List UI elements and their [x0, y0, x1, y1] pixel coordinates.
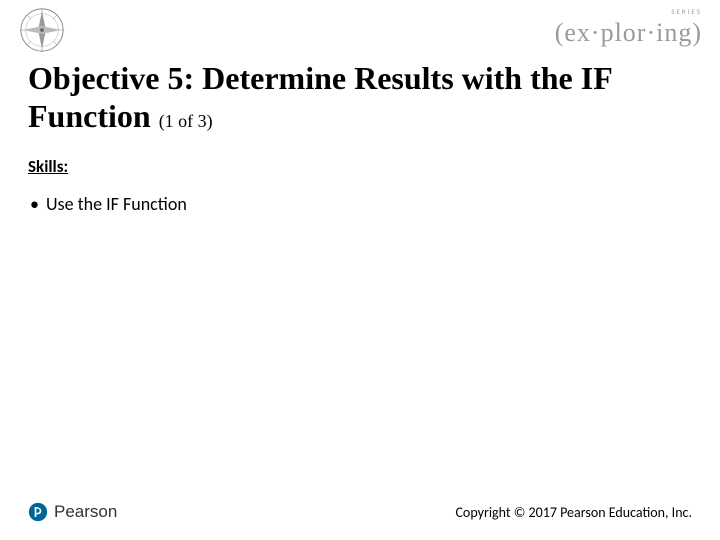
series-brand-small: SERIES — [555, 7, 702, 16]
title-line1: Objective 5: Determine Results with the … — [28, 60, 613, 96]
content: Objective 5: Determine Results with the … — [0, 60, 720, 215]
page-title: Objective 5: Determine Results with the … — [28, 60, 692, 136]
publisher-logo: Pearson — [28, 502, 117, 522]
series-brand: SERIES (ex·plor·ing) — [555, 6, 702, 48]
footer: Pearson Copyright © 2017 Pearson Educati… — [0, 502, 720, 522]
series-brand-main: (ex·plor·ing) — [555, 18, 702, 48]
title-line2: Function — [28, 98, 151, 134]
title-progress: (1 of 3) — [159, 111, 213, 131]
skills-label: Skills: — [28, 156, 692, 177]
skills-bullets: Use the IF Function — [28, 193, 692, 215]
header-row: SERIES (ex·plor·ing) — [0, 0, 720, 56]
pearson-icon — [28, 502, 48, 522]
list-item: Use the IF Function — [46, 193, 692, 215]
copyright: Copyright © 2017 Pearson Education, Inc. — [455, 504, 692, 521]
publisher-name: Pearson — [54, 502, 117, 522]
compass-logo — [18, 6, 66, 59]
